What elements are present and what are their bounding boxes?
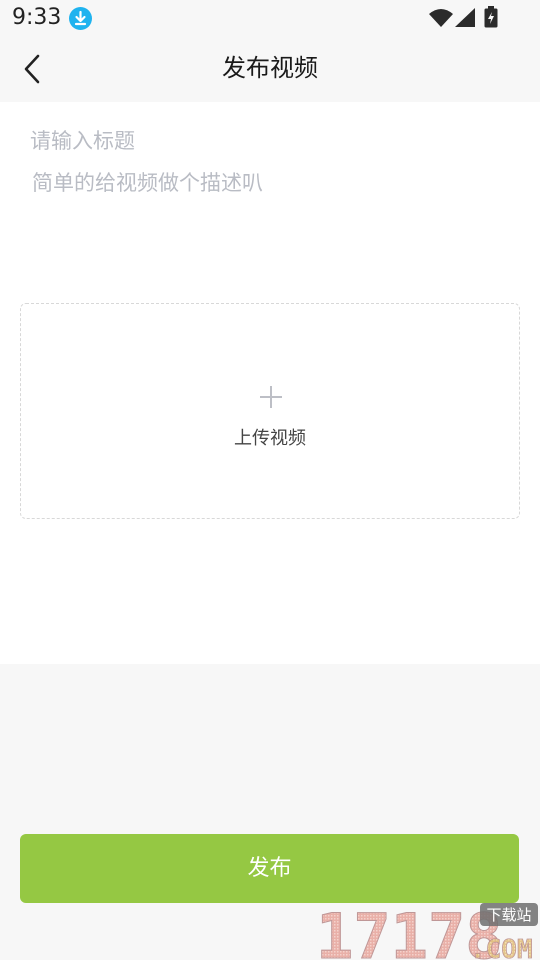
- publish-button[interactable]: 发布: [20, 834, 519, 903]
- download-icon: [69, 7, 92, 30]
- site-watermark-logo: 17178 .COM 下载站: [316, 900, 538, 960]
- signal-icon: [455, 8, 475, 27]
- svg-text:.COM: .COM: [470, 935, 533, 960]
- battery-icon: [484, 6, 498, 28]
- wifi-icon: [429, 9, 453, 27]
- status-bar: 9:33: [0, 0, 540, 36]
- plus-icon: [260, 386, 282, 408]
- svg-text:下载站: 下载站: [486, 906, 531, 924]
- title-bar: 发布视频: [0, 36, 540, 102]
- title-input[interactable]: [30, 124, 510, 158]
- page-title: 发布视频: [222, 54, 318, 82]
- description-input[interactable]: [32, 168, 512, 278]
- status-time: 9:33: [12, 5, 62, 30]
- upload-video-area[interactable]: 上传视频: [20, 303, 520, 519]
- form-panel: 上传视频: [0, 102, 540, 664]
- upload-video-label: 上传视频: [234, 428, 306, 449]
